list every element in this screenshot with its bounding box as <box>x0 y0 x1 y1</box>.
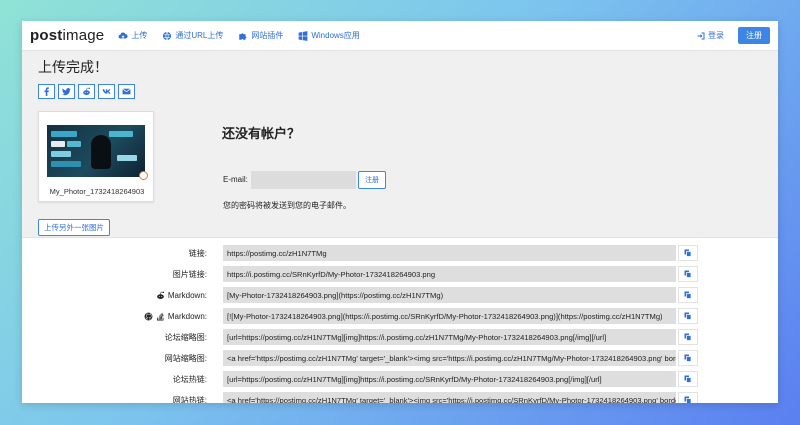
register-button[interactable]: 注册 <box>738 27 770 44</box>
link-label-text: 论坛缩略图: <box>164 332 207 342</box>
link-label-text: 论坛热链: <box>172 374 207 384</box>
link-label: Markdown: <box>156 287 207 303</box>
copy-button[interactable] <box>678 371 698 387</box>
share-twitter-button[interactable] <box>58 84 75 99</box>
link-label-text: 图片链接: <box>172 269 207 279</box>
link-row: 图片链接: https://i.postimg.cc/SRnKyrfD/My-P… <box>22 266 778 282</box>
uploaded-image-card[interactable]: My_Photor_1732418264903 <box>38 111 154 202</box>
link-value-field[interactable]: <a href='https://postimg.cc/zH1N7TMg' ta… <box>223 350 676 366</box>
copy-icon <box>684 375 692 383</box>
link-label: 链接: <box>189 245 207 261</box>
copy-button[interactable] <box>678 287 698 303</box>
nav-plugins[interactable]: 网站插件 <box>238 30 283 41</box>
link-value-field[interactable]: [url=https://postimg.cc/zH1N7TMg][img]ht… <box>223 329 676 345</box>
copy-button[interactable] <box>678 245 698 261</box>
share-facebook-button[interactable] <box>38 84 55 99</box>
nav-windows-app-label: Windows应用 <box>311 31 360 40</box>
link-value-field[interactable]: <a href='https://postimg.cc/zH1N7TMg' ta… <box>223 392 676 403</box>
link-value-field[interactable]: [![My-Photor-1732418264903.png](https://… <box>223 308 676 324</box>
copy-icon <box>684 354 692 362</box>
signup-heading: 还没有帐户？ <box>222 126 301 141</box>
nav-upload[interactable]: 上传 <box>118 30 147 41</box>
uploaded-image-name: My_Photor_1732418264903 <box>49 187 145 196</box>
copy-icon <box>684 291 692 299</box>
copy-button[interactable] <box>678 329 698 345</box>
facebook-icon <box>44 87 49 96</box>
nav-upload-by-url-label: 通过URL上传 <box>175 31 224 40</box>
share-buttons <box>38 84 138 99</box>
link-row: 网站热链: <a href='https://postimg.cc/zH1N7T… <box>22 392 778 403</box>
email-label: E-mail: <box>223 175 248 184</box>
image-status-badge <box>139 171 148 180</box>
github-icon <box>144 312 153 320</box>
link-row: 论坛缩略图: [url=https://postimg.cc/zH1N7TMg]… <box>22 329 778 345</box>
upload-result-panel: 上传完成！ My_Photor_1732418264903 上传另外一张图片 还… <box>22 51 778 238</box>
globe-icon <box>163 31 172 40</box>
logo-part-image: image <box>62 27 105 44</box>
share-email-button[interactable] <box>118 84 135 99</box>
link-label: 网站热链: <box>172 392 207 404</box>
copy-icon <box>684 333 692 341</box>
link-label-text: 网站缩略图: <box>164 353 207 363</box>
reddit-icon <box>157 291 164 299</box>
copy-button[interactable] <box>678 350 698 366</box>
password-note: 您的密码将被发送到您的电子邮件。 <box>223 201 351 210</box>
sign-in-icon <box>697 32 705 39</box>
link-label-text: 链接: <box>188 248 207 258</box>
link-label: 论坛热链: <box>173 371 207 387</box>
link-value-field[interactable]: https://i.postimg.cc/SRnKyrfD/My-Photor-… <box>223 266 676 282</box>
share-vk-button[interactable] <box>98 84 115 99</box>
nav-upload-by-url[interactable]: 通过URL上传 <box>162 30 223 41</box>
link-row: Markdown: [![My-Photor-1732418264903.png… <box>22 308 778 324</box>
link-value-field[interactable]: [My-Photor-1732418264903.png](https://po… <box>223 287 676 303</box>
login-link[interactable]: 登录 <box>697 30 724 41</box>
copy-button[interactable] <box>678 266 698 282</box>
email-icon <box>122 88 131 95</box>
reddit-icon <box>83 87 91 95</box>
email-field[interactable] <box>251 171 356 189</box>
nav-windows-app[interactable]: Windows应用 <box>298 30 360 41</box>
logo-part-post: post <box>30 27 63 44</box>
windows-icon <box>298 30 308 41</box>
nav-account: 登录 注册 <box>697 27 770 44</box>
copy-button[interactable] <box>678 392 698 403</box>
puzzle-icon <box>239 32 247 40</box>
link-label: 网站缩略图: <box>165 350 207 366</box>
postimage-logo[interactable]: postimage <box>30 27 104 44</box>
uploaded-image-thumbnail[interactable] <box>47 125 145 177</box>
link-value-field[interactable]: https://postimg.cc/zH1N7TMg <box>223 245 676 261</box>
login-label: 登录 <box>708 31 724 40</box>
link-label-text: Markdown: <box>167 290 207 300</box>
cloud-upload-icon <box>118 32 128 38</box>
twitter-icon <box>62 88 71 96</box>
copy-icon <box>684 249 692 257</box>
link-row: Markdown: [My-Photor-1732418264903.png](… <box>22 287 778 303</box>
link-row: 网站缩略图: <a href='https://postimg.cc/zH1N7… <box>22 350 778 366</box>
page-title: 上传完成！ <box>38 59 108 75</box>
copy-icon <box>684 396 692 403</box>
link-label: Markdown: <box>144 308 207 324</box>
link-label-text: 网站热链: <box>172 395 207 404</box>
browser-window: postimage 上传 通过URL上传 网站插件 Windows应用 登录 注… <box>22 21 778 403</box>
vk-icon <box>102 89 111 94</box>
upload-another-button[interactable]: 上传另外一张图片 <box>38 219 110 236</box>
stackoverflow-icon <box>156 312 164 321</box>
link-label: 论坛缩略图: <box>165 329 207 345</box>
share-reddit-button[interactable] <box>78 84 95 99</box>
nav-upload-label: 上传 <box>131 31 148 40</box>
signup-register-button[interactable]: 注册 <box>358 171 386 189</box>
top-navbar: postimage 上传 通过URL上传 网站插件 Windows应用 登录 注… <box>22 21 778 51</box>
copy-icon <box>684 312 692 320</box>
link-label-text: Markdown: <box>167 311 207 321</box>
link-row: 链接: https://postimg.cc/zH1N7TMg <box>22 245 778 261</box>
link-label: 图片链接: <box>173 266 207 282</box>
link-row: 论坛热链: [url=https://postimg.cc/zH1N7TMg][… <box>22 371 778 387</box>
link-value-field[interactable]: [url=https://postimg.cc/zH1N7TMg][img]ht… <box>223 371 676 387</box>
copy-button[interactable] <box>678 308 698 324</box>
nav-plugins-label: 网站插件 <box>251 31 284 40</box>
copy-icon <box>684 270 692 278</box>
